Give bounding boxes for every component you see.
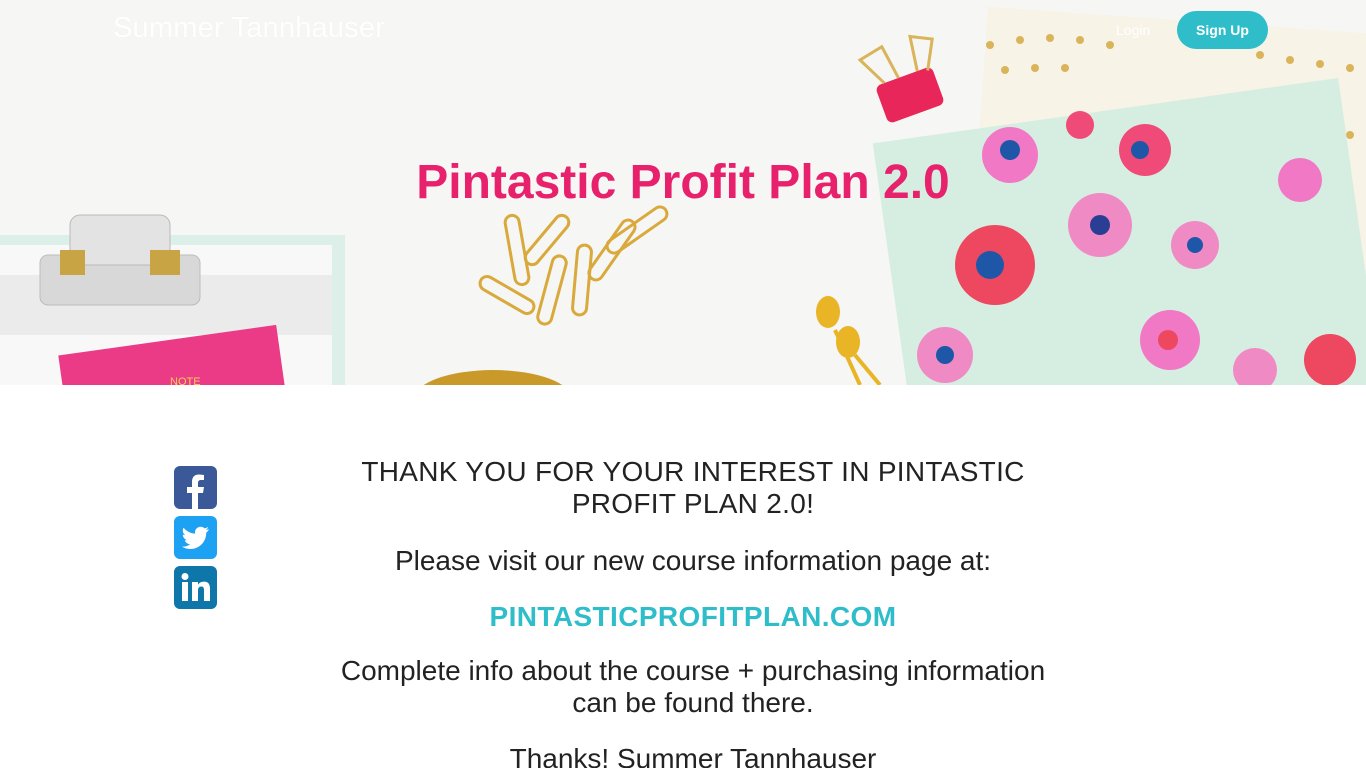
linkedin-share-button[interactable] <box>174 566 217 609</box>
info-text: Complete info about the course + purchas… <box>340 655 1046 718</box>
hero-banner: NOTE Summer Tannhauser Login Sign Up Pin… <box>0 0 1366 385</box>
twitter-icon <box>174 516 217 559</box>
site-brand[interactable]: Summer Tannhauser <box>113 12 385 45</box>
twitter-share-button[interactable] <box>174 516 217 559</box>
linkedin-icon <box>174 566 217 609</box>
social-share-bar <box>174 466 217 616</box>
visit-text: Please visit our new course information … <box>394 545 992 576</box>
signup-button[interactable]: Sign Up <box>1177 11 1268 49</box>
thanks-signature: Thanks! Summer Tannhauser <box>509 743 877 768</box>
main-content: THANK YOU FOR YOUR INTEREST IN PINTASTIC… <box>330 456 1056 768</box>
facebook-icon <box>174 466 217 509</box>
facebook-share-button[interactable] <box>174 466 217 509</box>
note-label: NOTE <box>170 376 201 385</box>
page-title: Pintastic Profit Plan 2.0 <box>416 156 950 209</box>
login-link[interactable]: Login <box>1116 22 1150 38</box>
course-page-link[interactable]: PINTASTICPROFITPLAN.COM <box>490 601 897 633</box>
thank-you-heading: THANK YOU FOR YOUR INTEREST IN PINTASTIC… <box>361 456 1025 519</box>
